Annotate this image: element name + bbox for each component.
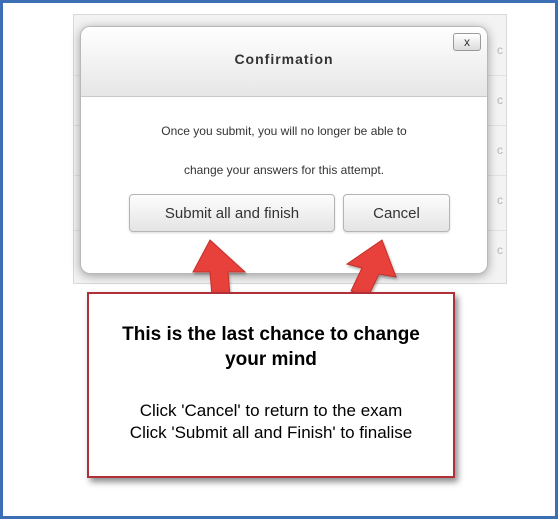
cancel-button[interactable]: Cancel bbox=[343, 194, 450, 232]
confirmation-dialog: Confirmation x Once you submit, you will… bbox=[80, 26, 488, 274]
close-icon: x bbox=[464, 35, 470, 49]
callout-heading: This is the last chance to change your m… bbox=[89, 322, 453, 372]
dialog-message-line: Once you submit, you will no longer be a… bbox=[161, 124, 407, 138]
callout-instruction-line: Click 'Cancel' to return to the exam bbox=[139, 401, 403, 420]
background-text-fragment: c bbox=[497, 243, 503, 257]
dialog-message-line: change your answers for this attempt. bbox=[183, 163, 385, 177]
instruction-callout: This is the last chance to change your m… bbox=[87, 292, 455, 478]
close-button[interactable]: x bbox=[453, 33, 481, 51]
background-text-fragment: c bbox=[497, 43, 503, 57]
callout-heading-line: your mind bbox=[225, 349, 317, 370]
dialog-header: Confirmation x bbox=[81, 27, 487, 97]
background-text-fragment: c bbox=[497, 193, 503, 207]
background-text-fragment: c bbox=[497, 143, 503, 157]
submit-all-and-finish-button[interactable]: Submit all and finish bbox=[129, 194, 335, 232]
callout-instruction-line: Click 'Submit all and Finish' to finalis… bbox=[129, 423, 413, 442]
callout-heading-line: This is the last chance to change bbox=[122, 324, 420, 345]
background-text-fragment: c bbox=[497, 93, 503, 107]
dialog-title: Confirmation bbox=[234, 51, 334, 67]
